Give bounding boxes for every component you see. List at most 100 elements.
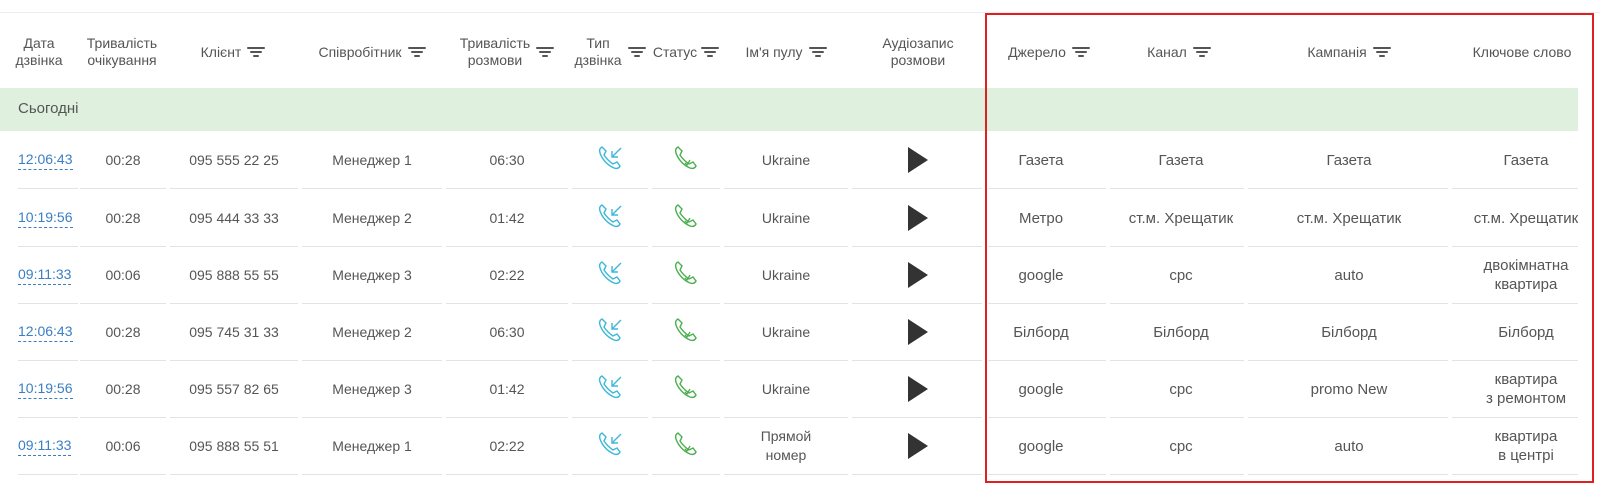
cell-employee-text: Менеджер 2 [332,209,412,226]
row-divider [18,474,78,475]
filter-icon[interactable] [536,46,555,58]
col-audio-label: Аудіозапис розмови [882,35,954,68]
cell-pool: Ukraine [722,189,850,247]
cell-time: 12:06:43 [18,131,78,189]
cell-pool-text: Ukraine [761,380,811,397]
cell-audio [850,360,986,418]
col-status: Статус [650,32,722,72]
cell-type [570,360,650,418]
cell-status [650,417,722,475]
filter-icon[interactable] [627,46,646,58]
call-time-link[interactable]: 10:19:56 [18,379,73,399]
cell-status [650,189,722,247]
cell-wait: 00:28 [78,189,168,247]
cell-talk: 06:30 [444,303,570,361]
cell-status [650,303,722,361]
call-time-link[interactable]: 09:11:33 [18,265,72,285]
answered-call-icon [671,429,701,464]
cell-wait-text: 00:28 [105,380,141,397]
play-icon[interactable] [908,376,928,402]
cell-wait-text: 00:06 [105,266,141,283]
cell-client-text: 095 555 22 25 [189,151,279,168]
incoming-call-icon [595,201,625,236]
row-divider [724,474,848,475]
highlight-box [985,13,1594,483]
filter-icon[interactable] [247,46,266,58]
col-wait-label: Тривалість очікування [86,35,158,68]
cell-client: 095 555 22 25 [168,131,300,189]
cell-talk: 01:42 [444,360,570,418]
cell-client: 095 888 55 51 [168,417,300,475]
incoming-call-icon [595,315,625,350]
cell-client: 095 444 33 33 [168,189,300,247]
cell-employee-text: Менеджер 3 [332,380,412,397]
row-divider [652,474,720,475]
cell-client: 095 745 31 33 [168,303,300,361]
cell-client-text: 095 888 55 55 [189,266,279,283]
cell-pool: Ukraine [722,131,850,189]
cell-wait-text: 00:28 [105,323,141,340]
play-icon[interactable] [908,205,928,231]
cell-wait: 00:28 [78,131,168,189]
row-divider [170,474,298,475]
cell-audio [850,303,986,361]
call-time-link[interactable]: 12:06:43 [18,150,73,170]
cell-employee: Менеджер 3 [300,246,444,304]
filter-icon[interactable] [701,46,720,58]
cell-audio [850,189,986,247]
cell-talk-text: 06:30 [489,323,525,340]
col-pool: Ім'я пулу [722,32,850,72]
col-status-label: Статус [652,43,698,60]
cell-type [570,417,650,475]
answered-call-icon [671,372,701,407]
cell-type [570,303,650,361]
cell-type [570,131,650,189]
col-type-label: Тип дзвінка [574,35,622,68]
cell-talk-text: 02:22 [489,266,525,283]
play-icon[interactable] [908,147,928,173]
cell-wait-text: 00:06 [105,437,141,454]
filter-icon[interactable] [407,46,426,58]
cell-wait-text: 00:28 [105,209,141,226]
play-icon[interactable] [908,262,928,288]
col-client-label: Клієнт [200,43,242,60]
answered-call-icon [671,143,701,178]
cell-employee-text: Менеджер 3 [332,266,412,283]
incoming-call-icon [595,429,625,464]
cell-wait: 00:06 [78,417,168,475]
call-time-link[interactable]: 10:19:56 [18,208,73,228]
answered-call-icon [671,201,701,236]
cell-talk-text: 06:30 [489,151,525,168]
cell-pool: Прямой номер [722,417,850,475]
cell-talk-text: 01:42 [489,209,525,226]
play-icon[interactable] [908,433,928,459]
cell-time: 12:06:43 [18,303,78,361]
cell-audio [850,417,986,475]
row-divider [572,474,648,475]
col-client: Клієнт [166,32,300,72]
cell-employee: Менеджер 1 [300,131,444,189]
cell-status [650,131,722,189]
col-wait: Тривалість очікування [78,32,166,72]
cell-pool-text: Ukraine [761,323,811,340]
cell-wait: 00:28 [78,303,168,361]
filter-icon[interactable] [808,46,827,58]
group-label: Сьогодні [18,100,79,117]
call-time-link[interactable]: 12:06:43 [18,322,73,342]
col-pool-label: Ім'я пулу [745,43,803,60]
cell-employee: Менеджер 2 [300,303,444,361]
cell-wait: 00:06 [78,246,168,304]
col-date-label: Дата дзвінка [15,35,63,68]
cell-talk-text: 01:42 [489,380,525,397]
incoming-call-icon [595,143,625,178]
cell-pool: Ukraine [722,360,850,418]
play-icon[interactable] [908,319,928,345]
col-date: Дата дзвінка [0,32,78,72]
cell-pool: Ukraine [722,303,850,361]
cell-client: 095 557 82 65 [168,360,300,418]
cell-client-text: 095 557 82 65 [189,380,279,397]
call-time-link[interactable]: 09:11:33 [18,436,72,456]
col-employee-label: Співробітник [318,43,402,60]
cell-employee-text: Менеджер 2 [332,323,412,340]
cell-audio [850,131,986,189]
